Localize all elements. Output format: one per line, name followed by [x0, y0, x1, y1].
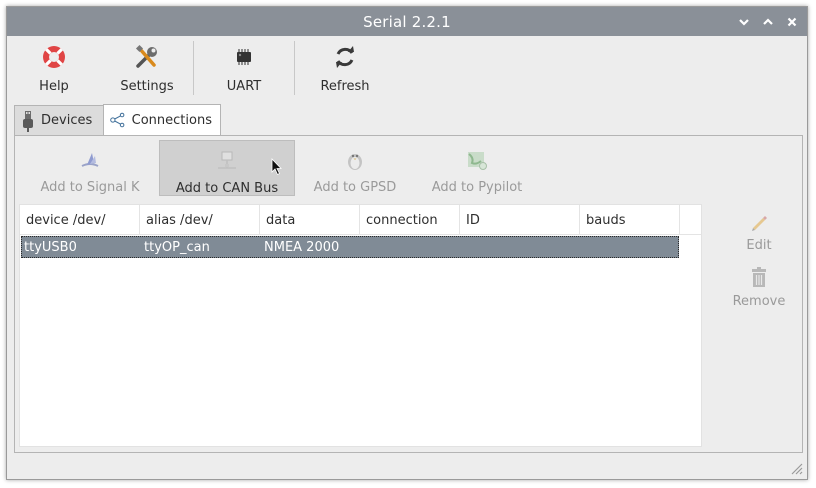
- edit-button[interactable]: Edit: [721, 208, 797, 262]
- cell-alias: ttyOP_can: [144, 239, 210, 255]
- chip-icon: [230, 43, 258, 71]
- add-to-pypilot-label: Add to Pypilot: [431, 180, 523, 195]
- help-button[interactable]: Help: [7, 37, 101, 101]
- table-row[interactable]: ttyUSB0 ttyOP_can NMEA 2000: [21, 236, 679, 258]
- column-header-data[interactable]: data: [260, 205, 360, 235]
- edit-label: Edit: [746, 238, 772, 253]
- tab-devices-label: Devices: [41, 113, 93, 128]
- cell-id: [462, 237, 582, 257]
- mouse-cursor: [271, 157, 283, 176]
- network-icon: [215, 149, 239, 173]
- main-toolbar: Help Settings UART Refresh: [7, 37, 807, 101]
- remove-label: Remove: [732, 294, 786, 309]
- app-window: Serial 2.2.1 Help Settings UART Refresh …: [6, 6, 808, 480]
- cell-data: NMEA 2000: [264, 239, 340, 255]
- cell-device: ttyUSB0: [24, 239, 77, 255]
- column-header-bauds[interactable]: bauds: [580, 205, 680, 235]
- side-actions: Edit Remove: [721, 208, 797, 316]
- refresh-button[interactable]: Refresh: [295, 37, 395, 101]
- table-header: device /dev/ alias /dev/ data connection…: [20, 205, 701, 235]
- usb-plug-icon: [23, 110, 33, 132]
- add-to-pypilot-button[interactable]: Add to Pypilot: [415, 140, 539, 196]
- tab-devices[interactable]: Devices: [14, 105, 104, 135]
- window-title: Serial 2.2.1: [363, 12, 451, 31]
- add-to-can-bus-label: Add to CAN Bus: [175, 181, 279, 196]
- add-to-gpsd-label: Add to GPSD: [313, 180, 397, 195]
- column-header-connection[interactable]: connection: [360, 205, 460, 235]
- maximize-button[interactable]: [761, 15, 775, 29]
- window-controls: [737, 7, 799, 36]
- minimize-button[interactable]: [737, 15, 751, 29]
- column-header-alias[interactable]: alias /dev/: [140, 205, 260, 235]
- add-to-gpsd-button[interactable]: Add to GPSD: [295, 140, 415, 196]
- connections-table: device /dev/ alias /dev/ data connection…: [19, 204, 702, 447]
- uart-button[interactable]: UART: [194, 37, 294, 101]
- connections-panel: Add to Signal K Add to CAN Bus Add to GP…: [14, 135, 803, 453]
- close-icon: [787, 17, 797, 26]
- refresh-label: Refresh: [320, 79, 370, 94]
- tab-connections-label: Connections: [131, 112, 212, 128]
- refresh-icon: [331, 43, 359, 71]
- table-body: ttyUSB0 ttyOP_can NMEA 2000: [20, 236, 701, 258]
- trash-icon: [752, 267, 766, 287]
- resize-grip-icon: [791, 463, 803, 475]
- connections-toolbar: Add to Signal K Add to CAN Bus Add to GP…: [21, 140, 539, 196]
- cell-connection: [362, 237, 462, 257]
- map-icon: [465, 148, 489, 172]
- tools-icon: [133, 43, 161, 71]
- add-to-signalk-label: Add to Signal K: [40, 180, 140, 195]
- pencil-icon: [752, 216, 767, 231]
- tab-connections[interactable]: Connections: [103, 104, 221, 135]
- settings-button[interactable]: Settings: [101, 37, 193, 101]
- add-to-signalk-button[interactable]: Add to Signal K: [21, 140, 159, 196]
- tab-bar: Devices Connections: [14, 104, 221, 135]
- cell-bauds: [582, 237, 678, 257]
- chevron-down-icon: [739, 18, 749, 26]
- lifebuoy-icon: [40, 43, 68, 71]
- title-bar[interactable]: Serial 2.2.1: [7, 7, 807, 36]
- settings-label: Settings: [120, 79, 174, 94]
- signalk-icon: [78, 148, 102, 172]
- close-button[interactable]: [785, 15, 799, 29]
- penguin-icon: [343, 148, 367, 172]
- share-icon: [110, 112, 125, 128]
- uart-label: UART: [226, 79, 262, 94]
- help-label: Help: [39, 79, 69, 94]
- resize-grip[interactable]: [787, 459, 803, 475]
- column-header-device[interactable]: device /dev/: [20, 205, 140, 235]
- column-header-id[interactable]: ID: [460, 205, 580, 235]
- chevron-up-icon: [763, 17, 773, 25]
- remove-button[interactable]: Remove: [721, 262, 797, 316]
